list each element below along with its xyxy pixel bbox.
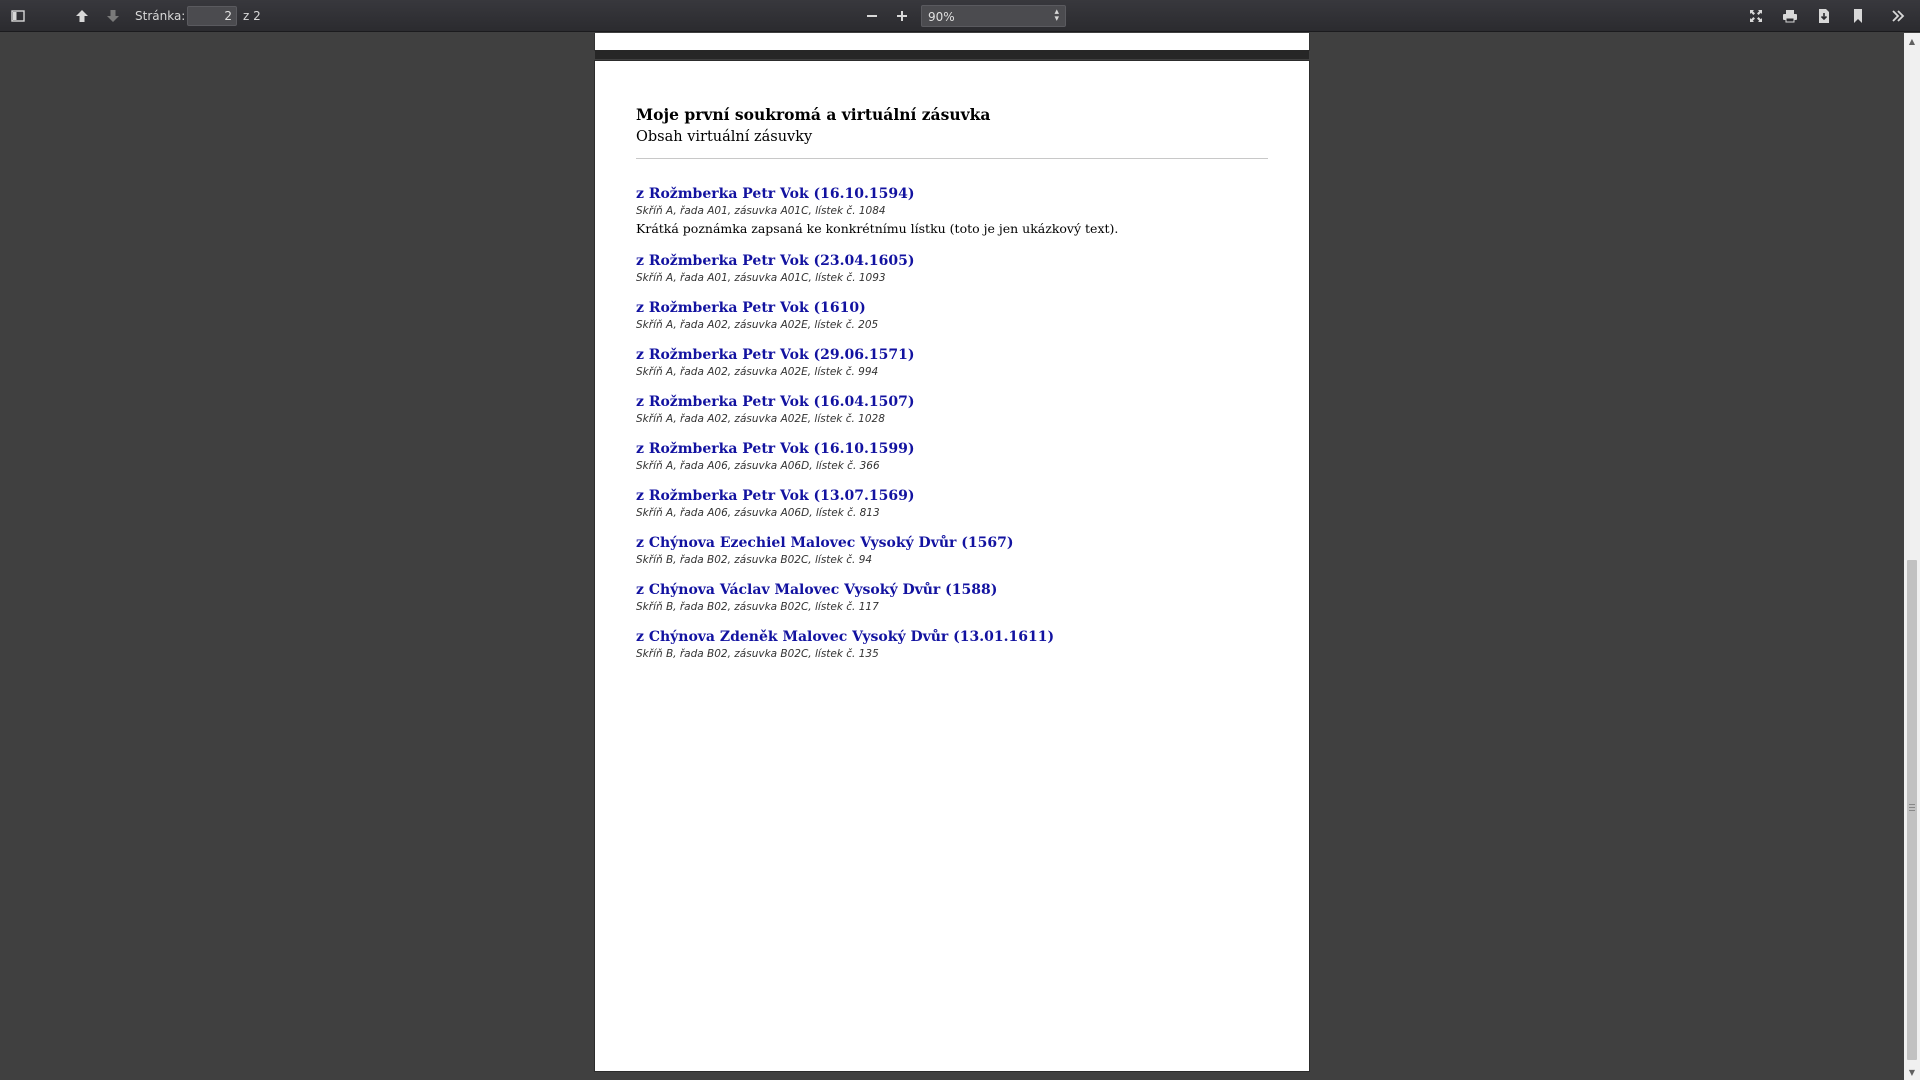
page-total: z 2 [243, 9, 261, 23]
entry-location: Skříň A, řada A02, zásuvka A02E, lístek … [636, 366, 879, 378]
entry-link[interactable]: z Rožmberka Petr Vok (23.04.1605) [636, 252, 1268, 270]
pdf-page: Moje první soukromá a virtuální zásuvka … [595, 61, 1309, 1071]
entry-link[interactable]: z Rožmberka Petr Vok (16.04.1507) [636, 393, 1268, 411]
document-title: Moje první soukromá a virtuální zásuvka [636, 105, 991, 124]
sidebar-toggle-icon[interactable] [6, 4, 30, 28]
list-item: z Rožmberka Petr Vok (13.07.1569) Skříň … [636, 487, 1268, 521]
double-chevron-right-icon[interactable] [1886, 4, 1910, 28]
plus-icon[interactable] [890, 4, 914, 28]
page-number-input[interactable] [187, 6, 237, 26]
entry-link[interactable]: z Chýnova Zdeněk Malovec Vysoký Dvůr (13… [636, 628, 1268, 646]
entry-location: Skříň B, řada B02, zásuvka B02C, lístek … [636, 554, 873, 566]
entry-location: Skříň A, řada A02, zásuvka A02E, lístek … [636, 413, 885, 425]
entry-note: Krátká poznámka zapsaná ke konkrétnímu l… [636, 221, 1119, 236]
title-divider [636, 158, 1268, 159]
arrow-up-icon[interactable] [70, 4, 94, 28]
print-icon[interactable] [1778, 4, 1802, 28]
arrow-down-icon[interactable] [101, 4, 125, 28]
entry-link[interactable]: z Rožmberka Petr Vok (16.10.1594) [636, 185, 1268, 203]
zoom-value: 90% [928, 10, 955, 24]
scroll-up-icon[interactable]: ▲ [1904, 33, 1920, 49]
vertical-scrollbar[interactable]: ▲ ▼ [1904, 33, 1920, 1080]
entry-location: Skříň A, řada A06, zásuvka A06D, lístek … [636, 460, 880, 472]
zoom-select[interactable]: 90% ▴ ▾ [921, 5, 1066, 27]
entry-link[interactable]: z Rožmberka Petr Vok (1610) [636, 299, 1268, 317]
previous-page [595, 33, 1309, 50]
entry-location: Skříň A, řada A01, zásuvka A01C, lístek … [636, 205, 886, 217]
list-item: z Chýnova Václav Malovec Vysoký Dvůr (15… [636, 581, 1268, 615]
bookmark-icon[interactable] [1846, 4, 1870, 28]
list-item: z Rožmberka Petr Vok (16.04.1507) Skříň … [636, 393, 1268, 427]
list-item: z Rožmberka Petr Vok (16.10.1599) Skříň … [636, 440, 1268, 474]
list-item: z Chýnova Ezechiel Malovec Vysoký Dvůr (… [636, 534, 1268, 568]
list-item: z Rožmberka Petr Vok (23.04.1605) Skříň … [636, 252, 1268, 286]
page-separator [595, 50, 1309, 59]
entry-location: Skříň B, řada B02, zásuvka B02C, lístek … [636, 648, 879, 660]
entry-link[interactable]: z Chýnova Václav Malovec Vysoký Dvůr (15… [636, 581, 1268, 599]
entry-list: z Rožmberka Petr Vok (16.10.1594) Skříň … [636, 185, 1268, 662]
download-icon[interactable] [1812, 4, 1836, 28]
scrollbar-thumb[interactable] [1907, 560, 1917, 1060]
list-item: z Rožmberka Petr Vok (29.06.1571) Skříň … [636, 346, 1268, 380]
entry-location: Skříň A, řada A01, zásuvka A01C, lístek … [636, 272, 886, 284]
grip-icon [1909, 804, 1915, 811]
fullscreen-icon[interactable] [1744, 4, 1768, 28]
scroll-down-icon[interactable]: ▼ [1904, 1064, 1920, 1080]
entry-location: Skříň A, řada A02, zásuvka A02E, lístek … [636, 319, 879, 331]
document-viewer[interactable]: Moje první soukromá a virtuální zásuvka … [0, 33, 1904, 1080]
entry-link[interactable]: z Rožmberka Petr Vok (16.10.1599) [636, 440, 1268, 458]
minus-icon[interactable] [860, 4, 884, 28]
pdf-toolbar: Stránka: z 2 90% ▴▾ [0, 0, 1920, 32]
page-label: Stránka: [135, 9, 186, 23]
document-subtitle: Obsah virtuální zásuvky [636, 129, 813, 145]
page-content: Moje první soukromá a virtuální zásuvka … [636, 104, 1268, 675]
entry-link[interactable]: z Rožmberka Petr Vok (29.06.1571) [636, 346, 1268, 364]
entry-link[interactable]: z Rožmberka Petr Vok (13.07.1569) [636, 487, 1268, 505]
list-item: z Rožmberka Petr Vok (1610) Skříň A, řad… [636, 299, 1268, 333]
select-arrows-icon: ▴ ▾ [1054, 7, 1059, 24]
list-item: z Rožmberka Petr Vok (16.10.1594) Skříň … [636, 185, 1268, 239]
entry-link[interactable]: z Chýnova Ezechiel Malovec Vysoký Dvůr (… [636, 534, 1268, 552]
list-item: z Chýnova Zdeněk Malovec Vysoký Dvůr (13… [636, 628, 1268, 662]
entry-location: Skříň B, řada B02, zásuvka B02C, lístek … [636, 601, 879, 613]
entry-location: Skříň A, řada A06, zásuvka A06D, lístek … [636, 507, 880, 519]
